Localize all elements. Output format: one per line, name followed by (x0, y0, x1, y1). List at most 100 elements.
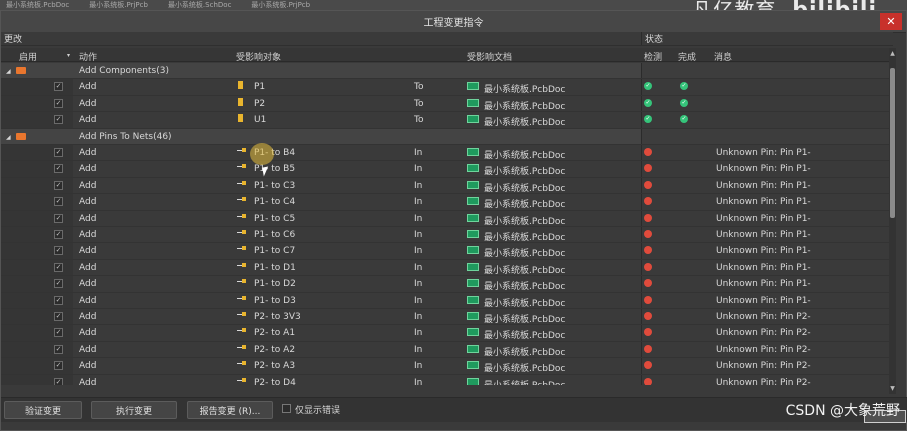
col-message[interactable]: 消息 (714, 50, 732, 63)
table-row[interactable]: ✓ Add P1- to C7 In 最小系统板.PcbDoc Unknown Pin: … (1, 243, 893, 260)
status-divider (641, 341, 642, 358)
table-row[interactable]: ✓ Add P1- to D3 In 最小系统板.PcbDoc Unknown Pin: … (1, 292, 893, 309)
background-tab[interactable]: 最小系统板.PrjPcb (83, 0, 162, 10)
vertical-scrollbar[interactable]: ▲ ▼ (889, 48, 896, 394)
check-ok-icon: ✓ (644, 115, 652, 124)
row-message: Unknown Pin: Pin P1- (716, 148, 811, 158)
row-object: P1- to B5 (254, 164, 296, 175)
row-document: 最小系统板.PcbDoc (484, 200, 566, 211)
pin-icon (237, 312, 246, 317)
only-errors-checkbox[interactable] (282, 404, 291, 413)
table-row[interactable]: ✓ Add P1- to B5 In 最小系统板.PcbDoc Unknown Pin: … (1, 161, 893, 178)
table-row[interactable]: ✓ Add P2 To 最小系统板.PcbDoc ✓ ✓ (1, 95, 893, 113)
enable-checkbox[interactable]: ✓ (54, 115, 63, 125)
status-divider (641, 358, 642, 374)
enable-checkbox[interactable]: ✓ (54, 279, 63, 289)
enable-checkbox[interactable]: ✓ (54, 213, 63, 223)
expand-arrow-icon[interactable]: ◢ (6, 134, 11, 141)
dialog-titlebar[interactable]: 工程变更指令 ✕ (1, 11, 906, 33)
component-icon (238, 81, 243, 90)
check-error-icon (644, 361, 652, 370)
enable-checkbox[interactable]: ✓ (54, 328, 63, 338)
expand-arrow-icon[interactable]: ◢ (6, 68, 11, 75)
enable-checkbox[interactable]: ✓ (54, 230, 63, 239)
status-divider (641, 227, 642, 243)
row-object: P2- to A3 (254, 361, 296, 372)
background-tab[interactable]: 最小系统板.SchDoc (162, 0, 245, 10)
enable-checkbox[interactable]: ✓ (54, 312, 63, 321)
close-button[interactable]: ✕ (880, 13, 902, 30)
col-check[interactable]: 检测 (644, 50, 662, 63)
table-row[interactable]: ✓ Add P2- to 3V3 In 最小系统板.PcbDoc Unknown Pin:… (1, 309, 893, 326)
enable-checkbox[interactable]: ✓ (54, 377, 63, 385)
enable-checkbox[interactable]: ✓ (54, 82, 63, 92)
table-row[interactable]: ✓ Add P1- to C6 In 最小系统板.PcbDoc Unknown Pin: … (1, 227, 893, 244)
enable-checkbox[interactable]: ✓ (54, 197, 63, 207)
col-enable[interactable]: 启用 (19, 50, 37, 63)
table-row[interactable]: ✓ Add P2- to D4 In 最小系统板.PcbDoc Unknown Pin: … (1, 374, 893, 385)
table-row[interactable]: ✓ Add P2- to A3 In 最小系统板.PcbDoc Unknown Pin: … (1, 358, 893, 375)
group-row[interactable]: ◢ Add Components(3) (1, 63, 893, 80)
table-row[interactable]: ✓ Add U1 To 最小系统板.PcbDoc ✓ ✓ (1, 112, 893, 129)
row-message: Unknown Pin: Pin P2- (716, 312, 811, 322)
table-row[interactable]: ✓ Add P1- to C5 In 最小系统板.PcbDoc Unknown Pin: … (1, 210, 893, 227)
component-icon (238, 114, 243, 123)
col-action[interactable]: 动作 (79, 50, 97, 63)
pcb-doc-icon (467, 115, 479, 124)
enable-checkbox[interactable]: ✓ (54, 344, 63, 354)
row-object: P1- to D2 (254, 279, 296, 290)
row-action: Add (79, 98, 97, 109)
table-row[interactable]: ✓ Add P1- to B4 In 最小系统板.PcbDoc Unknown Pin: … (1, 145, 893, 162)
report-button[interactable]: 报告变更 (R)... (187, 401, 273, 419)
enable-checkbox[interactable]: ✓ (54, 180, 63, 190)
col-affected-object[interactable]: 受影响对象 (236, 50, 281, 63)
enable-checkbox[interactable]: ✓ (54, 148, 63, 157)
folder-icon (16, 67, 26, 74)
scroll-thumb[interactable] (890, 68, 895, 218)
col-affected-doc[interactable]: 受影响文档 (467, 50, 512, 63)
row-document: 最小系统板.PcbDoc (484, 167, 566, 178)
table-row[interactable]: ✓ Add P1- to D2 In 最小系统板.PcbDoc Unknown Pin: … (1, 276, 893, 293)
check-error-icon (644, 197, 652, 206)
table-row[interactable]: ✓ Add P1 To 最小系统板.PcbDoc ✓ ✓ (1, 79, 893, 96)
scroll-up-icon[interactable]: ▲ (889, 50, 896, 57)
execute-button[interactable]: 执行变更 (91, 401, 177, 419)
row-direction: To (414, 98, 424, 109)
cursor-highlight (250, 143, 274, 165)
background-tab[interactable]: 最小系统板.PcbDoc (0, 0, 83, 10)
enable-checkbox[interactable]: ✓ (54, 164, 63, 174)
table-row[interactable]: ✓ Add P2- to A1 In 最小系统板.PcbDoc Unknown Pin: … (1, 325, 893, 342)
validate-button[interactable]: 验证变更 (4, 401, 82, 419)
row-message: Unknown Pin: Pin P1- (716, 197, 811, 208)
pin-icon (237, 148, 246, 153)
table-row[interactable]: ✓ Add P2- to A2 In 最小系统板.PcbDoc Unknown Pin: … (1, 341, 893, 359)
scroll-down-icon[interactable]: ▼ (889, 385, 896, 392)
enable-checkbox[interactable]: ✓ (54, 98, 63, 108)
section-changes: 更改 (4, 35, 23, 45)
enable-checkbox[interactable]: ✓ (54, 246, 63, 256)
pcb-doc-icon (467, 148, 479, 156)
check-error-icon (644, 148, 652, 156)
col-done[interactable]: 完成 (678, 50, 696, 63)
check-error-icon (644, 344, 652, 353)
pcb-doc-icon (467, 377, 479, 385)
row-message: Unknown Pin: Pin P2- (716, 361, 811, 372)
status-divider (641, 128, 642, 144)
row-action: Add (79, 377, 97, 385)
table-row[interactable]: ✓ Add P1- to C3 In 最小系统板.PcbDoc Unknown Pin: … (1, 177, 893, 195)
row-message: Unknown Pin: Pin P2- (716, 344, 811, 355)
row-action: Add (79, 262, 97, 273)
row-document: 最小系统板.PcbDoc (484, 85, 566, 96)
row-object: P2- to 3V3 (254, 312, 301, 322)
enable-checkbox[interactable]: ✓ (54, 361, 63, 371)
table-row[interactable]: ✓ Add P1- to D1 In 最小系统板.PcbDoc Unknown Pin: … (1, 259, 893, 277)
group-row[interactable]: ◢ Add Pins To Nets(46) (1, 128, 893, 145)
table-row[interactable]: ✓ Add P1- to C4 In 最小系统板.PcbDoc Unknown Pin: … (1, 194, 893, 211)
background-tab[interactable]: 最小系统板.PrjPcb (245, 0, 324, 10)
row-direction: To (414, 115, 424, 126)
pin-icon (237, 213, 246, 219)
row-message: Unknown Pin: Pin P1- (716, 230, 811, 240)
enable-checkbox[interactable]: ✓ (54, 295, 63, 305)
enable-checkbox[interactable]: ✓ (54, 262, 63, 272)
pcb-doc-icon (467, 295, 479, 304)
